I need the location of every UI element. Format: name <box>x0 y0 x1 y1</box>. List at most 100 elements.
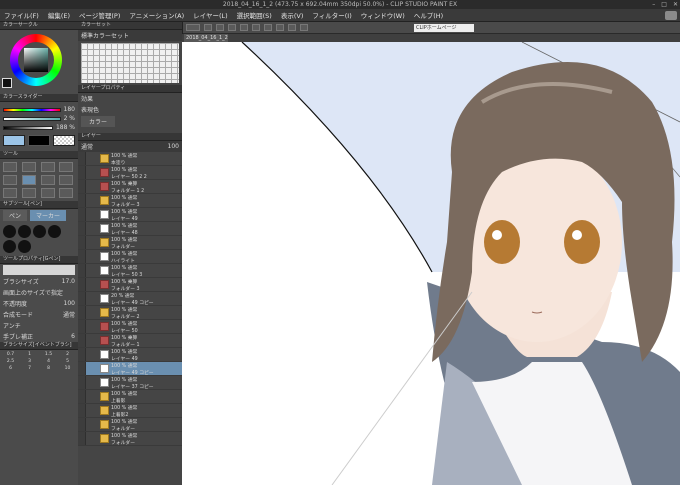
homepage-link[interactable]: CLIPホームページ <box>414 24 474 32</box>
menu-edit[interactable]: 編集(E) <box>48 10 70 20</box>
layer-row[interactable]: 100 % 通常 フォルダー <box>78 418 182 432</box>
layer-row[interactable]: 100 % 通常 ハイライト <box>78 250 182 264</box>
brush-size-option[interactable]: 1 <box>21 352 38 357</box>
layer-row[interactable]: 100 % 通常 レイヤー 50 3 <box>78 264 182 278</box>
gradient-tool-icon[interactable] <box>40 188 55 198</box>
brush-size-note[interactable]: 画面上のサイズで指定 <box>3 288 63 297</box>
text-tool-icon[interactable] <box>59 188 74 198</box>
opacity-value[interactable]: 100 <box>64 300 75 307</box>
menu-window[interactable]: ウィンドウ(W) <box>361 10 405 20</box>
visibility-eye-icon[interactable] <box>78 432 86 445</box>
visibility-eye-icon[interactable] <box>78 390 86 403</box>
visibility-eye-icon[interactable] <box>78 236 86 249</box>
visibility-eye-icon[interactable] <box>78 404 86 417</box>
layer-row[interactable]: 100 % 通常 フォルダー <box>78 432 182 446</box>
brush-preset[interactable] <box>3 225 16 238</box>
visibility-eye-icon[interactable] <box>78 250 86 263</box>
layer-row[interactable]: 100 % 通常 レイヤー 49 <box>78 208 182 222</box>
eye-icon[interactable] <box>186 24 200 31</box>
layer-row[interactable]: 100 % 乗算 フォルダー 1 2 <box>78 180 182 194</box>
layer-blend-select[interactable]: 通常 <box>81 142 93 151</box>
invert-icon[interactable] <box>300 24 308 31</box>
brush-size-option[interactable]: 0.7 <box>2 352 19 357</box>
layer-row[interactable]: 100 % 乗算 フォルダー 1 <box>78 334 182 348</box>
visibility-eye-icon[interactable] <box>78 418 86 431</box>
saturation-square[interactable] <box>24 48 48 72</box>
visibility-eye-icon[interactable] <box>78 264 86 277</box>
menu-view[interactable]: 表示(V) <box>281 10 304 20</box>
blend-value[interactable]: 通常 <box>63 310 75 319</box>
select-tool-icon[interactable] <box>40 162 55 172</box>
layer-row[interactable]: 100 % 通常 レイヤー 50 <box>78 320 182 334</box>
stabilize-value[interactable]: 6 <box>71 333 75 340</box>
menu-layer[interactable]: レイヤー(L) <box>193 10 228 20</box>
brush-size-value[interactable]: 17.0 <box>62 278 75 285</box>
main-color-swatch[interactable] <box>2 78 12 88</box>
layer-row[interactable]: 100 % 通常 上着影 <box>78 390 182 404</box>
deselect-icon[interactable] <box>288 24 296 31</box>
eraser-tool-icon[interactable] <box>3 188 17 198</box>
open-icon[interactable] <box>216 24 224 31</box>
brush-size-option[interactable]: 5 <box>59 359 76 364</box>
menu-file[interactable]: ファイル(F) <box>4 10 39 20</box>
swatch-black[interactable] <box>28 135 50 146</box>
layer-row[interactable]: 20 % 通常 レイヤー 49 コピー <box>78 292 182 306</box>
color-set-name[interactable]: 標準カラーセット <box>81 31 129 40</box>
layer-row[interactable]: 100 % 通常 フォルダー 2 <box>78 306 182 320</box>
layer-row[interactable]: 100 % 通常 レイヤー 37 コピー <box>78 376 182 390</box>
visibility-eye-icon[interactable] <box>78 306 86 319</box>
menu-filter[interactable]: フィルター(I) <box>312 10 351 20</box>
layer-row[interactable]: 100 % 通常 フォルダー <box>78 236 182 250</box>
visibility-eye-icon[interactable] <box>78 320 86 333</box>
brush-preset[interactable] <box>33 225 46 238</box>
hue-slider[interactable] <box>3 107 61 112</box>
layer-row[interactable]: 100 % 通常 上着影2 <box>78 404 182 418</box>
visibility-eye-icon[interactable] <box>78 180 86 193</box>
menu-help[interactable]: ヘルプ(H) <box>414 10 443 20</box>
new-icon[interactable] <box>204 24 212 31</box>
layer-row[interactable]: 100 % 通常 レイヤー 48 <box>78 222 182 236</box>
brush-preset[interactable] <box>48 225 61 238</box>
menu-page[interactable]: ページ管理(P) <box>79 10 120 20</box>
brightness-slider[interactable] <box>3 125 53 130</box>
saturation-slider[interactable] <box>3 116 61 121</box>
brush-size-option[interactable]: 10 <box>59 366 76 371</box>
tab-pen[interactable]: ペン <box>3 210 28 221</box>
layer-row[interactable]: 100 % 通常 フォルダー 3 <box>78 194 182 208</box>
move-tool-icon[interactable] <box>3 162 17 172</box>
color-set-grid[interactable] <box>81 43 179 83</box>
brush-tool-icon[interactable] <box>59 175 74 185</box>
layer-opacity[interactable]: 100 <box>168 143 179 150</box>
brush-preset[interactable] <box>18 225 31 238</box>
maximize-icon[interactable]: □ <box>661 0 667 9</box>
visibility-eye-icon[interactable] <box>78 348 86 361</box>
layer-row[interactable]: 100 % 通常 本塗り <box>78 152 182 166</box>
brush-size-option[interactable]: 7 <box>21 366 38 371</box>
pencil-tool-icon[interactable] <box>40 175 55 185</box>
visibility-eye-icon[interactable] <box>78 166 86 179</box>
visibility-eye-icon[interactable] <box>78 208 86 221</box>
brush-preset[interactable] <box>18 240 31 253</box>
layer-row[interactable]: 100 % 通常 レイヤー 49 コピー <box>78 362 182 376</box>
visibility-eye-icon[interactable] <box>78 278 86 291</box>
save-icon[interactable] <box>228 24 236 31</box>
close-icon[interactable]: ✕ <box>673 0 678 9</box>
swatch-blue[interactable] <box>3 135 25 146</box>
layer-row[interactable]: 100 % 通常 レイヤー 50 2 2 <box>78 166 182 180</box>
lasso-tool-icon[interactable] <box>59 162 74 172</box>
visibility-eye-icon[interactable] <box>78 194 86 207</box>
brush-size-option[interactable]: 2 <box>59 352 76 357</box>
transform-icon[interactable] <box>276 24 284 31</box>
clear-icon[interactable] <box>264 24 272 31</box>
minimize-icon[interactable]: – <box>652 0 655 9</box>
brush-preset[interactable] <box>3 240 16 253</box>
fill-tool-icon[interactable] <box>21 188 36 198</box>
redo-icon[interactable] <box>252 24 260 31</box>
pen-tool-icon[interactable] <box>21 175 36 185</box>
zoom-tool-icon[interactable] <box>21 162 36 172</box>
layer-row[interactable]: 100 % 通常 レイヤー 49 <box>78 348 182 362</box>
menu-animation[interactable]: アニメーション(A) <box>129 10 184 20</box>
brush-size-option[interactable]: 3 <box>21 359 38 364</box>
visibility-eye-icon[interactable] <box>78 152 86 165</box>
eyedropper-tool-icon[interactable] <box>3 175 17 185</box>
